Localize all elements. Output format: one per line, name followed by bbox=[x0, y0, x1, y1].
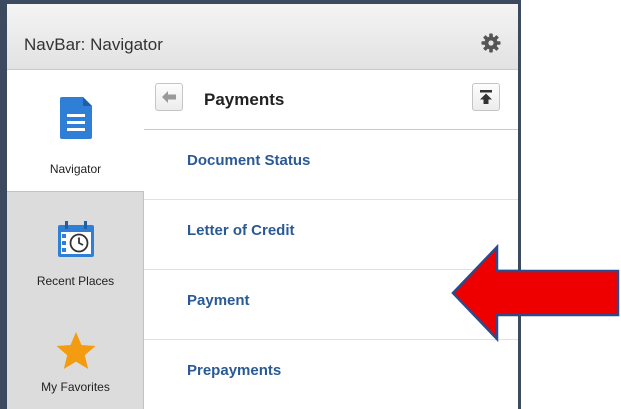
sidebar-item-recent-places[interactable]: Recent Places bbox=[7, 192, 144, 312]
star-icon bbox=[56, 332, 96, 369]
navigator-content: Payments Document Status Letter of Credi… bbox=[144, 70, 518, 409]
document-icon bbox=[60, 97, 92, 139]
navbar-panel: NavBar: Navigator Navigator Recent Place… bbox=[7, 4, 518, 409]
menu-item-document-status[interactable]: Document Status bbox=[144, 130, 518, 200]
gear-icon[interactable] bbox=[481, 33, 501, 53]
navbar-header: NavBar: Navigator bbox=[7, 4, 518, 70]
menu-item-label: Document Status bbox=[187, 152, 311, 169]
sidebar-item-label: My Favorites bbox=[41, 380, 110, 394]
window-left-frame bbox=[0, 0, 7, 409]
sidebar-item-label: Recent Places bbox=[36, 274, 115, 288]
arrow-left-icon bbox=[162, 91, 176, 103]
menu-item-label: Prepayments bbox=[187, 362, 282, 379]
menu-item-label: Payment bbox=[187, 292, 250, 309]
page-title: Payments bbox=[204, 90, 285, 109]
red-arrow-annotation-icon bbox=[451, 244, 620, 343]
navbar-title: NavBar: Navigator bbox=[24, 35, 163, 54]
sidebar-item-my-favorites[interactable]: My Favorites bbox=[7, 312, 144, 409]
content-header: Payments bbox=[144, 70, 518, 130]
window-right-frame bbox=[518, 0, 521, 409]
menu-item-label: Letter of Credit bbox=[187, 222, 295, 239]
calendar-clock-icon bbox=[58, 221, 94, 257]
navbar-sidebar: Navigator Recent Places My Favorites bbox=[7, 70, 144, 409]
menu-item-prepayments[interactable]: Prepayments bbox=[144, 340, 518, 409]
go-to-top-button[interactable] bbox=[472, 83, 500, 111]
sidebar-item-label: Navigator bbox=[49, 162, 102, 176]
arrow-to-top-icon bbox=[480, 90, 492, 104]
back-button[interactable] bbox=[155, 83, 183, 111]
sidebar-item-navigator[interactable]: Navigator bbox=[7, 70, 144, 192]
